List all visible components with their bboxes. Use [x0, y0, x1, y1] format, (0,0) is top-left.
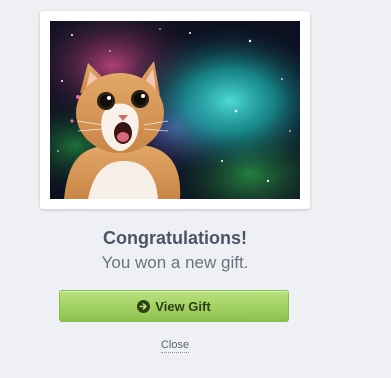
view-gift-button[interactable]: View Gift [59, 290, 289, 322]
circle-arrow-right-icon [137, 299, 151, 313]
gift-image-card [40, 11, 310, 209]
close-link-row: Close [0, 339, 350, 353]
view-gift-label: View Gift [155, 298, 211, 314]
cat-in-space-illustration [50, 21, 300, 199]
won-gift-subtitle: You won a new gift. [101, 253, 249, 272]
gift-image [50, 21, 300, 199]
close-link[interactable]: Close [160, 339, 190, 353]
congratulations-title: Congratulations! [103, 228, 247, 248]
